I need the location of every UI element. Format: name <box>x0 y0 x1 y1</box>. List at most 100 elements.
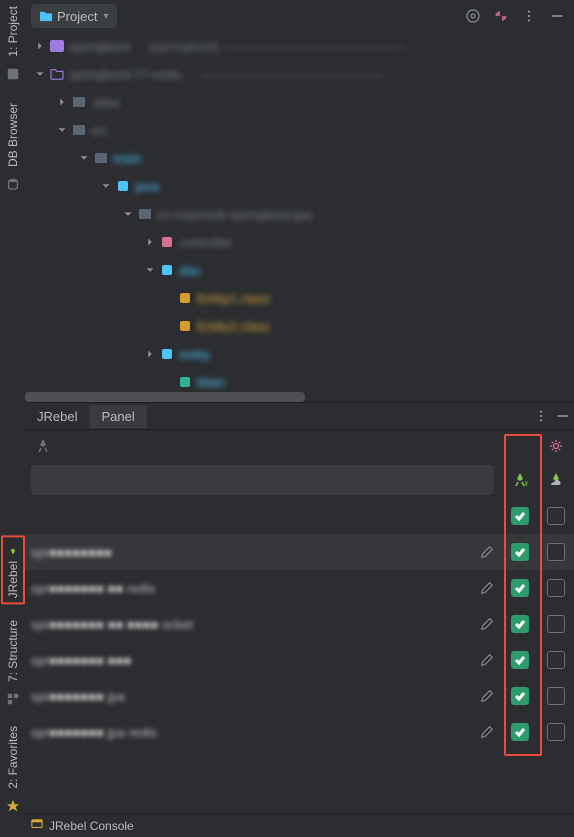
more-icon[interactable] <box>530 405 552 427</box>
checkbox-jrebel[interactable] <box>511 615 529 633</box>
class-icon <box>177 290 193 306</box>
checkbox-jrebel[interactable] <box>511 651 529 669</box>
search-input[interactable] <box>31 465 494 495</box>
folder-open-icon <box>49 66 65 82</box>
bottom-label[interactable]: JRebel Console <box>49 819 134 833</box>
expand-arrow-icon[interactable] <box>99 179 113 193</box>
hide-icon[interactable] <box>552 405 574 427</box>
project-view-selector[interactable]: Project ▾ <box>31 4 117 28</box>
edit-button[interactable] <box>472 653 502 667</box>
module-name: spr■■■■■■■ ■■ ■■■■ ocket <box>31 617 472 632</box>
project-tree[interactable]: springboot [springboot] —————————————— s… <box>25 32 574 402</box>
gutter-project[interactable]: 1: Project <box>2 0 24 63</box>
module-name: spr■■■■■■■ ■■ redis <box>31 581 472 596</box>
package-icon <box>137 206 153 222</box>
folder-icon <box>71 122 87 138</box>
tree-node-label: src <box>91 123 108 138</box>
checkbox-cloud[interactable] <box>547 723 565 741</box>
module-name: spr■■■■■■■ jpa <box>31 689 472 704</box>
expand-arrow-icon[interactable] <box>55 95 69 109</box>
checkbox-cloud[interactable] <box>547 687 565 705</box>
svg-text:JR: JR <box>523 482 528 488</box>
jrebel-toolbar <box>25 430 574 462</box>
checkbox-jrebel[interactable] <box>511 579 529 597</box>
horizontal-scrollbar[interactable] <box>25 392 305 402</box>
tab-panel[interactable]: Panel <box>89 405 146 428</box>
tree-node-label: springboot <box>69 39 130 54</box>
expand-arrow-icon[interactable] <box>121 207 135 221</box>
expand-arrow-icon[interactable] <box>143 235 157 249</box>
jrebel-rocket-icon[interactable] <box>31 434 55 458</box>
target-icon[interactable] <box>462 5 484 27</box>
jrebel-console-icon[interactable] <box>31 818 43 833</box>
edit-button[interactable] <box>472 617 502 631</box>
col-cloud-icon[interactable] <box>538 462 574 498</box>
tree-node-label: entity <box>179 347 210 362</box>
bottom-status-bar: JRebel Console <box>25 813 574 837</box>
gutter-structure[interactable]: 7: Structure <box>2 614 24 688</box>
edit-button[interactable] <box>472 725 502 739</box>
expand-arrow-icon[interactable] <box>55 123 69 137</box>
expand-arrow-icon[interactable] <box>33 67 47 81</box>
tree-node-label: springboot-??-redis <box>69 67 181 82</box>
gutter-jrebel[interactable]: JRebel <box>1 535 25 604</box>
module-icon <box>49 38 65 54</box>
folder-icon <box>93 150 109 166</box>
table-row[interactable]: spr■■■■■■■ ■■■ <box>25 642 574 678</box>
edit-button[interactable] <box>472 689 502 703</box>
col-jrebel-icon[interactable]: JR <box>502 462 538 498</box>
tree-node-label: cn.ruiyeclub.springboot.jpa <box>157 207 312 222</box>
tree-node-label: Entity2.class <box>197 319 270 334</box>
expand-arrow-icon[interactable] <box>143 263 157 277</box>
jrebel-rocket-icon <box>5 541 21 557</box>
checkbox-cloud[interactable] <box>547 543 565 561</box>
tab-jrebel[interactable]: JRebel <box>25 405 89 428</box>
project-toolwindow-header: Project ▾ <box>25 0 574 32</box>
tree-node-label: .idea <box>91 95 119 110</box>
expand-arrow-icon[interactable] <box>33 39 47 53</box>
module-name: spr■■■■■■■ ■■■ <box>31 653 472 668</box>
tree-node-label: controller <box>179 235 232 250</box>
table-row[interactable]: spr■■■■■■■ ■■ redis <box>25 570 574 606</box>
gutter-favorites[interactable]: 2: Favorites <box>2 720 24 795</box>
project-icon <box>6 67 20 81</box>
gutter-db-browser[interactable]: DB Browser <box>2 97 24 173</box>
table-row[interactable]: spr■■■■■■■■ <box>25 534 574 570</box>
edit-button[interactable] <box>472 545 502 559</box>
package-pink-icon <box>159 234 175 250</box>
gutter-label: DB Browser <box>6 103 20 167</box>
gear-icon[interactable] <box>544 434 568 458</box>
expand-arrow-icon[interactable] <box>143 347 157 361</box>
module-name: spr■■■■■■■ jpa redis <box>31 725 472 740</box>
folder-icon <box>115 178 131 194</box>
structure-icon <box>6 692 20 706</box>
expand-arrow-icon[interactable] <box>77 151 91 165</box>
run-icon <box>177 374 193 390</box>
tree-node-label: java <box>135 179 159 194</box>
main-area: Project ▾ springboot [springboot] ——————… <box>25 0 574 837</box>
module-name: spr■■■■■■■■ <box>31 545 472 560</box>
collapse-icon[interactable] <box>490 5 512 27</box>
gutter-label: 7: Structure <box>6 620 20 682</box>
checkbox-jrebel[interactable] <box>511 543 529 561</box>
hide-icon[interactable] <box>546 5 568 27</box>
tree-node-aux: —————————————— <box>201 67 383 82</box>
check-all-jrebel[interactable] <box>511 507 529 525</box>
checkbox-jrebel[interactable] <box>511 687 529 705</box>
check-all-cloud[interactable] <box>547 507 565 525</box>
left-tool-gutter: 1: Project DB Browser JRebel 7: Structur… <box>0 0 25 837</box>
checkbox-cloud[interactable] <box>547 615 565 633</box>
checkbox-jrebel[interactable] <box>511 723 529 741</box>
more-icon[interactable] <box>518 5 540 27</box>
jrebel-panel-header: JRebel Panel <box>25 402 574 430</box>
table-row[interactable]: spr■■■■■■■ jpa <box>25 678 574 714</box>
checkbox-cloud[interactable] <box>547 579 565 597</box>
table-row[interactable]: spr■■■■■■■ jpa redis <box>25 714 574 750</box>
table-header-row <box>25 498 574 534</box>
gutter-label: 1: Project <box>6 6 20 57</box>
table-row[interactable]: spr■■■■■■■ ■■ ■■■■ ocket <box>25 606 574 642</box>
checkbox-cloud[interactable] <box>547 651 565 669</box>
tree-node-label: Entity1.class <box>197 291 270 306</box>
edit-button[interactable] <box>472 581 502 595</box>
jrebel-filter-row: JR <box>25 462 574 498</box>
